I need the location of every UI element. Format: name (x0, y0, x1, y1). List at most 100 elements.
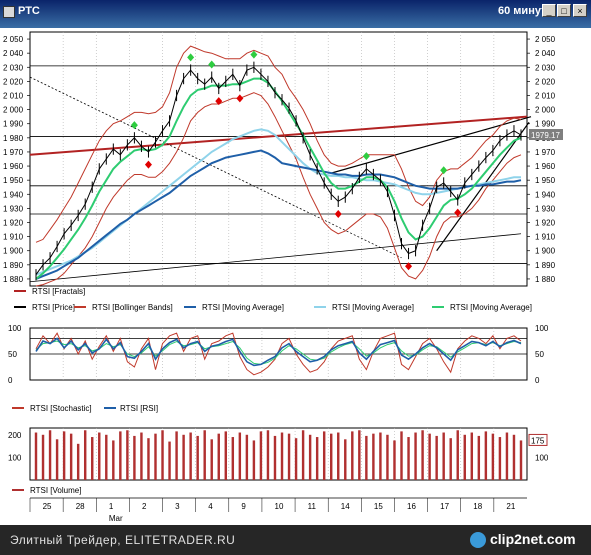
price-axis-tick-left: 1 930 (3, 204, 24, 213)
volume-bar (386, 434, 389, 480)
x-axis-day-label: 9 (241, 502, 246, 511)
x-axis-day-label: 25 (43, 502, 52, 511)
volume-bar (308, 434, 312, 480)
last-price-label: 1979.17 (531, 131, 560, 140)
price-axis-tick-right: 2 000 (535, 106, 556, 115)
stochastic-legend-label: RTSI [Stochastic] (30, 404, 92, 413)
price-legend-label: RTSI [Moving Average] (332, 303, 414, 312)
volume-bar (147, 438, 150, 480)
volume-bar (217, 433, 220, 480)
price-axis-tick-right: 2 020 (535, 77, 556, 86)
volume-legend-label: RTSI [Volume] (30, 486, 81, 495)
price-axis-tick-right: 1 970 (535, 148, 556, 157)
volume-bar (76, 443, 80, 480)
volume-bar (245, 434, 249, 480)
window-title-bar: РТС 60 минут _ □ × (0, 0, 591, 28)
volume-bar (449, 438, 452, 480)
price-axis-tick-left: 2 050 (3, 35, 24, 44)
footer-bar: Элитный Трейдер, ELITETRADER.RU clip2net… (0, 525, 591, 555)
price-axis-tick-right: 1 920 (535, 219, 556, 228)
x-axis-day-label: 15 (374, 502, 383, 511)
volume-panel-frame (29, 427, 528, 481)
volume-bar (337, 432, 340, 480)
price-axis-tick-right: 1 950 (535, 176, 556, 185)
last-volume-label: 175 (531, 436, 545, 445)
price-legend-label: RTSI [Moving Average] (450, 303, 532, 312)
volume-bar (182, 434, 185, 480)
price-axis-tick-right: 1 960 (535, 162, 556, 171)
minimize-button[interactable]: _ (542, 4, 556, 17)
price-axis-tick-left: 1 920 (3, 219, 24, 228)
volume-bar (126, 430, 129, 480)
price-axis-tick-left: 1 970 (3, 148, 24, 157)
volume-bar (435, 435, 438, 480)
volume-bar (62, 431, 66, 480)
volume-axis-tick-left: 200 (8, 431, 22, 440)
volume-bar (344, 439, 347, 480)
price-axis-tick-left: 1 950 (3, 176, 24, 185)
volume-bar (252, 440, 256, 480)
price-axis-tick-left: 2 040 (3, 49, 24, 58)
volume-bar (315, 437, 319, 480)
clip2net-logo-text: clip2net.com (490, 531, 576, 547)
volume-bar (41, 434, 45, 480)
volume-bar (231, 437, 235, 480)
price-axis-tick-right: 2 050 (535, 35, 556, 44)
volume-bar (154, 433, 157, 480)
price-axis-tick-right: 1 880 (535, 275, 556, 284)
x-axis-day-label: 18 (473, 502, 482, 511)
price-axis-tick-right: 1 930 (535, 204, 556, 213)
volume-bar (393, 440, 396, 480)
volume-bar (421, 430, 424, 480)
volume-bar (273, 435, 277, 480)
volume-bar (259, 431, 263, 480)
volume-bar (294, 438, 298, 480)
volume-bar (463, 434, 466, 480)
close-button[interactable]: × (573, 4, 587, 17)
volume-bar (112, 440, 115, 480)
price-axis-tick-left: 1 980 (3, 134, 24, 143)
price-axis-tick-right: 2 010 (535, 92, 556, 101)
price-legend-label: RTSI [Bollinger Bands] (92, 303, 173, 312)
volume-bar (330, 433, 333, 480)
stochastic-axis-tick-right: 0 (535, 376, 540, 385)
volume-bar (351, 431, 354, 480)
volume-axis-tick-left: 100 (8, 453, 22, 462)
x-axis-day-label: 14 (341, 502, 350, 511)
volume-bar (470, 432, 474, 480)
volume-bar (105, 434, 108, 480)
volume-bar (512, 434, 516, 480)
window-title: РТС (18, 5, 40, 17)
volume-bar (477, 435, 481, 480)
volume-bar (203, 430, 206, 480)
volume-bar (161, 430, 164, 480)
stochastic-axis-tick-left: 0 (8, 376, 13, 385)
volume-bar (365, 435, 368, 480)
clip2net-logo-icon (470, 532, 486, 548)
volume-bar (287, 433, 291, 480)
price-axis-tick-left: 2 000 (3, 106, 24, 115)
maximize-button[interactable]: □ (557, 4, 571, 17)
volume-bar (168, 441, 171, 480)
volume-bar (91, 437, 94, 480)
volume-bar (34, 432, 38, 480)
volume-bar (280, 432, 284, 480)
volume-bar (83, 430, 87, 480)
volume-bar (456, 430, 459, 480)
price-legend-label: RTSI [Fractals] (32, 287, 85, 296)
volume-bar (175, 431, 178, 480)
volume-bar (407, 437, 410, 480)
price-axis-tick-left: 1 910 (3, 233, 24, 242)
volume-bar (55, 439, 59, 480)
x-axis-day-label: 2 (142, 502, 147, 511)
x-axis-day-label: 21 (506, 502, 515, 511)
x-axis-day-label: 17 (440, 502, 449, 511)
price-axis-tick-left: 1 940 (3, 190, 24, 199)
volume-bar (301, 430, 305, 480)
price-axis-tick-left: 1 890 (3, 261, 24, 270)
volume-bar (484, 431, 488, 480)
volume-bar (372, 433, 375, 480)
stochastic-axis-tick-left: 50 (8, 350, 17, 359)
volume-bar (414, 432, 417, 480)
volume-bar (238, 432, 242, 480)
